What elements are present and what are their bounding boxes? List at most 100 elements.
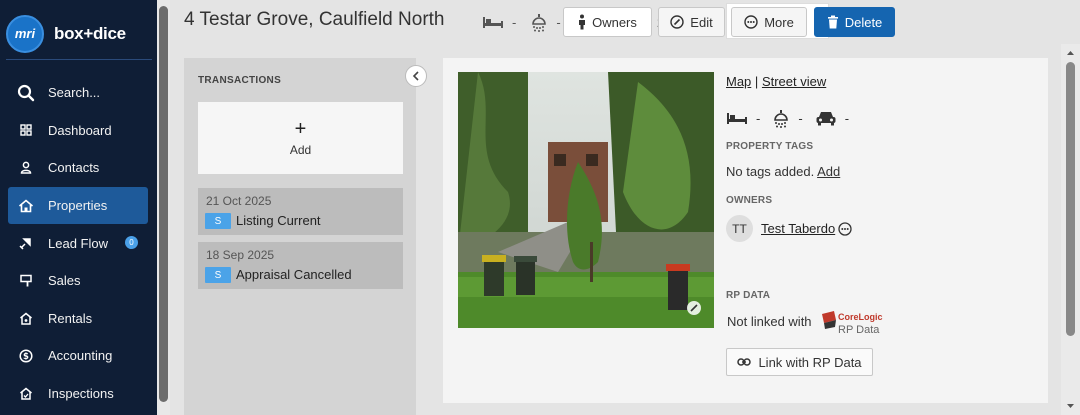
sidebar-nav: Search... Dashboard Contacts Properties … (8, 74, 148, 412)
bath-icon (772, 108, 790, 128)
add-tag-link[interactable]: Add (817, 164, 840, 179)
sidebar-item-dashboard[interactable]: Dashboard (8, 112, 148, 150)
link-rp-data-label: Link with RP Data (758, 354, 862, 370)
owners-label: OWNERS (726, 195, 773, 206)
rentals-icon (16, 310, 36, 326)
property-photo[interactable] (458, 72, 714, 328)
lead-flow-icon (16, 235, 36, 251)
chevron-left-icon (412, 71, 420, 81)
bath-icon (530, 12, 548, 32)
transaction-type-badge: S (205, 267, 231, 283)
corelogic-logo-icon (822, 311, 836, 329)
corelogic-brand: CoreLogic (838, 312, 883, 322)
bath-count: - (798, 110, 803, 126)
edit-button-label: Edit (690, 14, 713, 30)
property-tags-line: No tags added. Add (726, 164, 840, 179)
car-count: - (844, 110, 850, 126)
search-icon (16, 84, 36, 101)
no-tags-text: No tags added. (726, 164, 815, 179)
sidebar-scrollbar-thumb[interactable] (159, 6, 168, 402)
sidebar-item-label: Properties (48, 198, 108, 214)
bed-icon (482, 15, 504, 29)
edit-icon (670, 15, 684, 29)
corelogic-sub: RP Data (838, 324, 880, 336)
transactions-panel: TRANSACTIONS + Add 21 Oct 2025 S Listing… (184, 58, 416, 415)
collapse-transactions-button[interactable] (405, 65, 427, 87)
transaction-card[interactable]: 21 Oct 2025 S Listing Current (198, 188, 403, 235)
properties-icon (16, 198, 36, 214)
more-button[interactable]: More (731, 7, 807, 37)
sidebar-item-inspections[interactable]: Inspections (8, 375, 148, 413)
svg-text:$: $ (23, 352, 29, 362)
sidebar-item-accounting[interactable]: $ Accounting (8, 337, 148, 375)
sidebar: mri box+dice Search... Dashboard Contact… (0, 0, 157, 415)
map-link[interactable]: Map (726, 74, 751, 89)
page-title: 4 Testar Grove, Caulfield North (184, 9, 445, 30)
sidebar-item-sales[interactable]: Sales (8, 262, 148, 300)
sidebar-item-contacts[interactable]: Contacts (8, 149, 148, 187)
delete-button-label: Delete (844, 14, 883, 30)
delete-button[interactable]: Delete (814, 7, 895, 37)
bed-count: - (756, 110, 761, 126)
property-tags-label: PROPERTY TAGS (726, 141, 814, 152)
add-transaction-button[interactable]: + Add (198, 102, 403, 174)
transaction-type-badge: S (205, 213, 231, 229)
link-icon (737, 357, 752, 367)
bed-count: - (512, 14, 517, 30)
property-features-detail: - - - (726, 108, 861, 128)
street-view-image (458, 72, 714, 328)
sidebar-item-label: Inspections (48, 386, 114, 402)
corelogic-logo: CoreLogic RP Data (820, 310, 890, 340)
sidebar-item-properties[interactable]: Properties (8, 186, 148, 225)
more-button-label: More (764, 14, 794, 30)
plus-icon: + (294, 118, 307, 140)
street-view-link[interactable]: Street view (762, 74, 826, 89)
link-rp-data-button[interactable]: Link with RP Data (726, 348, 873, 376)
lead-flow-count-badge: 0 (125, 236, 138, 250)
transaction-status: Appraisal Cancelled (236, 267, 352, 282)
sidebar-item-label: Lead Flow (48, 235, 108, 251)
scroll-up-icon[interactable] (1066, 49, 1075, 57)
logo[interactable]: mri box+dice (6, 8, 152, 60)
bed-icon (726, 111, 748, 125)
sidebar-item-label: Sales (48, 273, 81, 289)
more-icon (744, 15, 758, 29)
mri-logo-icon: mri (6, 14, 44, 53)
sidebar-item-label: Dashboard (48, 122, 112, 138)
avatar: TT (726, 215, 753, 242)
owner-person-icon (578, 14, 586, 30)
transactions-title: TRANSACTIONS (198, 75, 282, 86)
link-separator: | (754, 74, 759, 89)
transaction-date: 21 Oct 2025 (206, 194, 272, 208)
bath-count: - (556, 14, 561, 30)
sidebar-item-label: Accounting (48, 348, 113, 364)
sidebar-item-label: Contacts (48, 160, 100, 176)
main-scrollbar-thumb[interactable] (1066, 62, 1075, 336)
accounting-icon: $ (16, 348, 36, 364)
sidebar-item-label: Rentals (48, 310, 93, 326)
owners-button-label: Owners (592, 14, 637, 30)
rp-data-label: RP DATA (726, 290, 771, 301)
trash-icon (827, 15, 839, 29)
transaction-status: Listing Current (236, 213, 321, 228)
rp-status-text: Not linked with (727, 314, 812, 329)
owner-name-link[interactable]: Test Taberdo (761, 221, 835, 236)
transaction-date: 18 Sep 2025 (206, 248, 275, 262)
sidebar-item-rentals[interactable]: Rentals (8, 300, 148, 338)
sidebar-item-label: Search... (48, 85, 101, 101)
sales-icon (16, 273, 36, 289)
scroll-down-icon[interactable] (1066, 402, 1075, 410)
contacts-icon (16, 160, 36, 176)
owners-button[interactable]: Owners (563, 7, 652, 37)
edit-button[interactable]: Edit (658, 7, 725, 37)
sidebar-item-lead-flow[interactable]: Lead Flow 0 (8, 224, 148, 262)
map-links: Map | Street view (726, 74, 826, 89)
owner-more-icon[interactable] (838, 221, 852, 236)
car-icon (815, 110, 837, 126)
owner-row: TT Test Taberdo (726, 215, 852, 242)
sidebar-item-search[interactable]: Search... (8, 74, 148, 112)
inspections-icon (16, 386, 36, 402)
brand-name: box+dice (54, 23, 126, 43)
transaction-card[interactable]: 18 Sep 2025 S Appraisal Cancelled (198, 242, 403, 289)
add-transaction-label: Add (289, 143, 312, 157)
